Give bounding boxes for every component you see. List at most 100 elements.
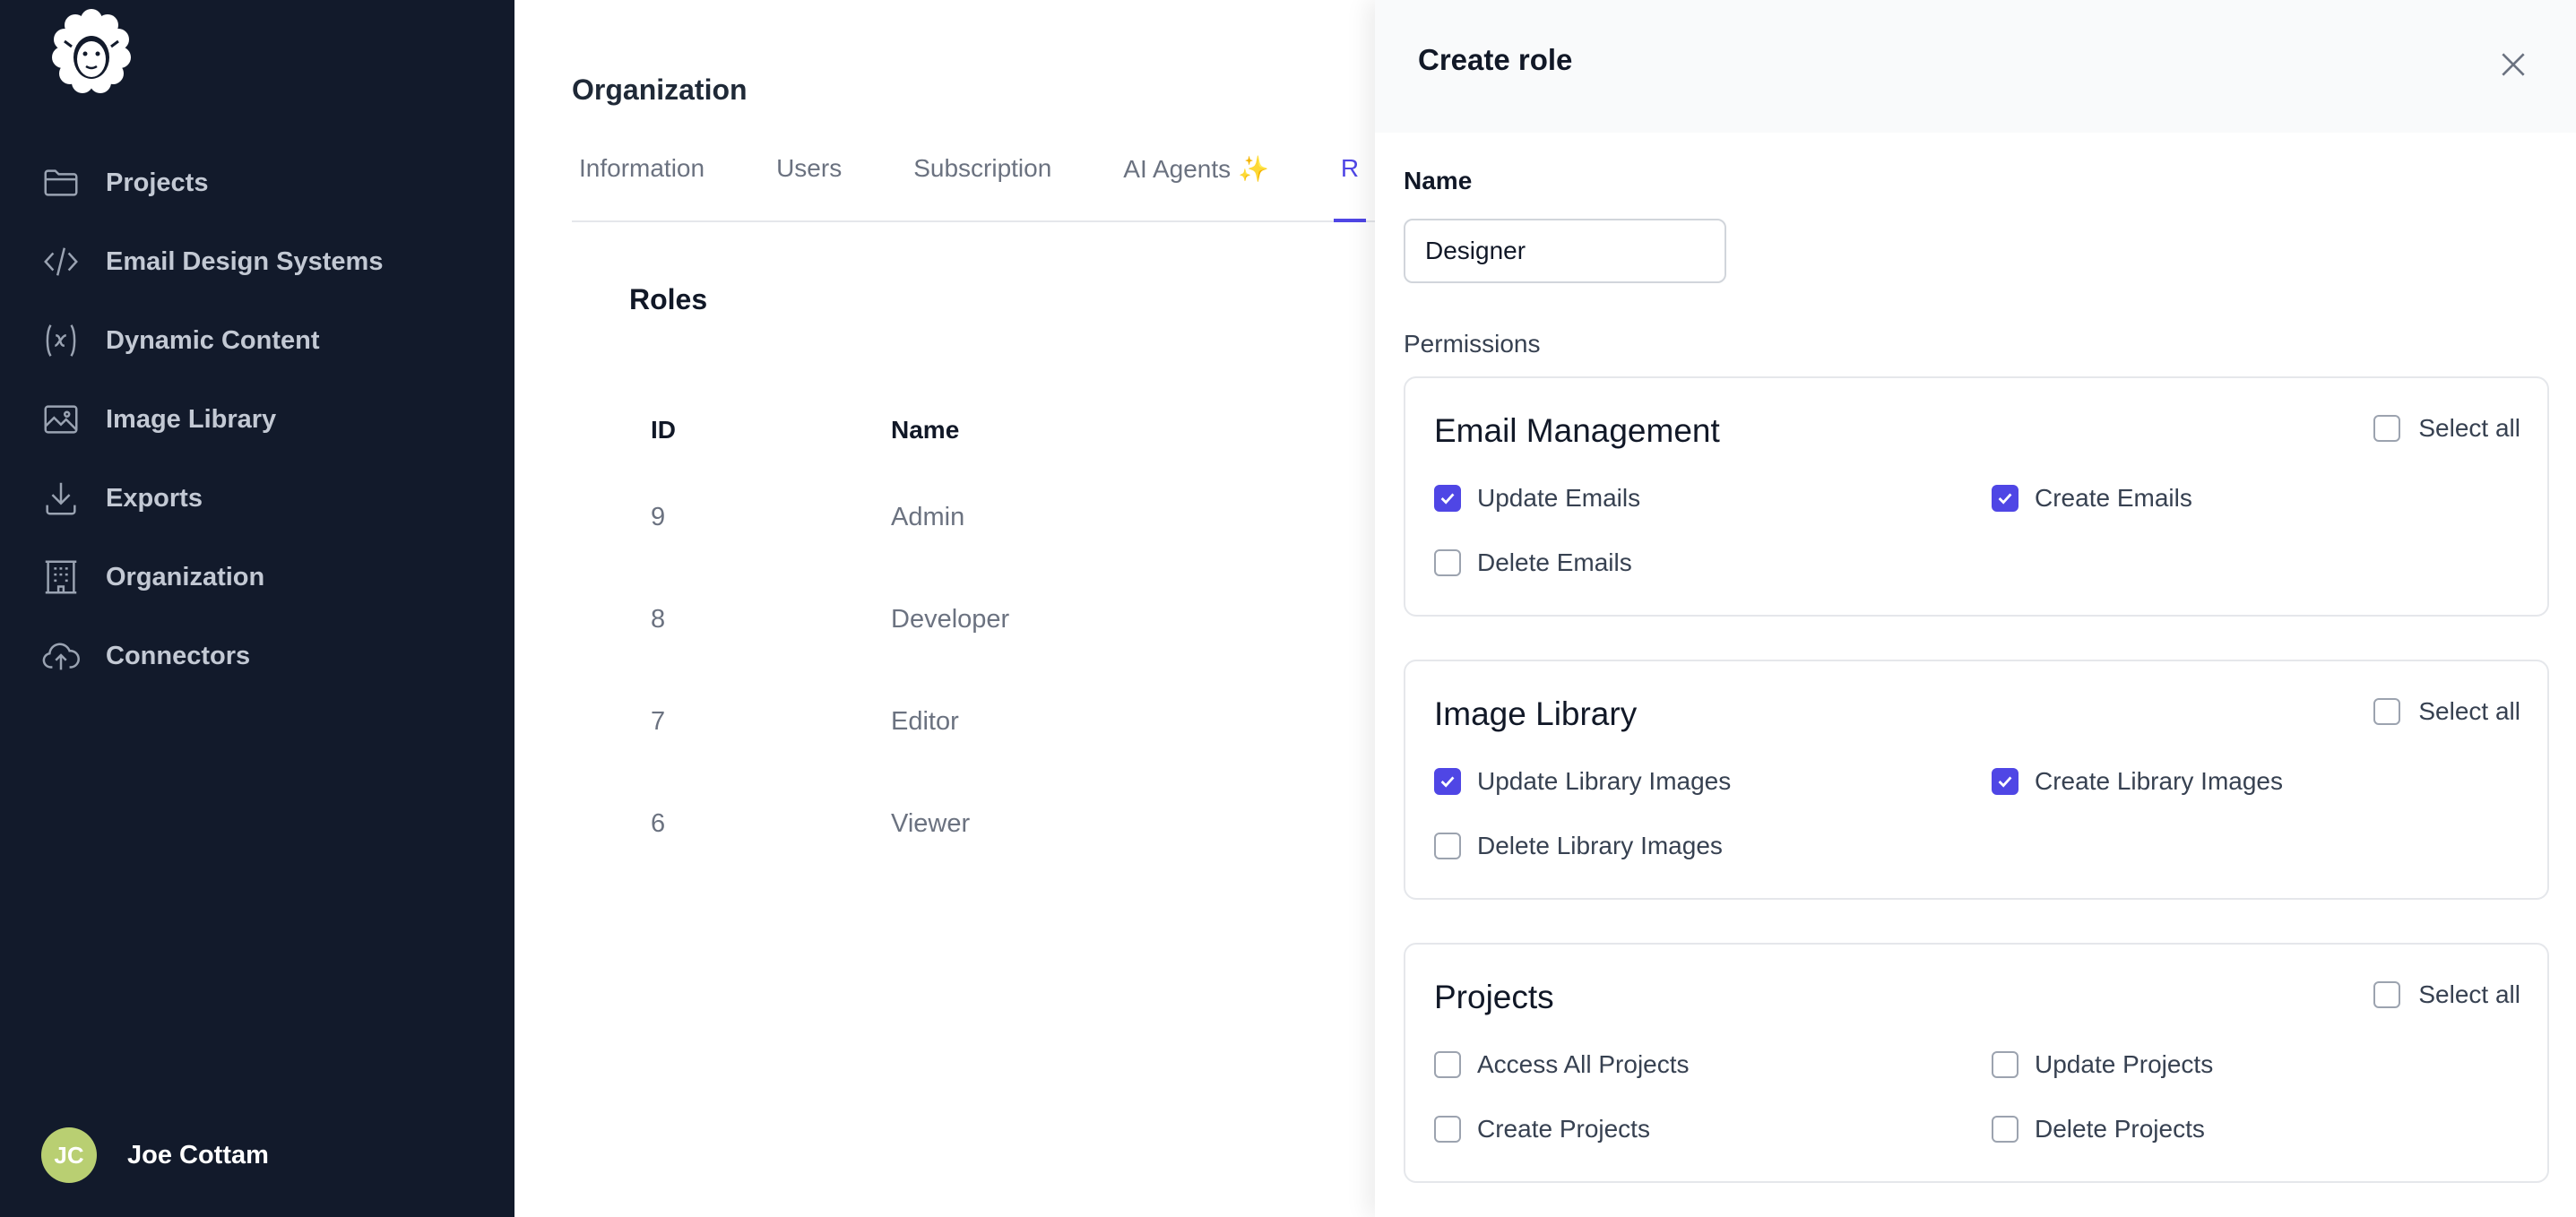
group-title: Image Library bbox=[1434, 695, 1638, 732]
role-name-input[interactable] bbox=[1404, 219, 1726, 283]
permission-label: Access All Projects bbox=[1477, 1050, 1690, 1078]
close-icon bbox=[2502, 53, 2525, 76]
permission-create-library-images[interactable]: Create Library Images bbox=[1992, 767, 2283, 796]
checkbox[interactable] bbox=[1434, 1051, 1461, 1078]
permission-label: Create Library Images bbox=[2035, 767, 2284, 795]
checkbox[interactable] bbox=[1434, 1116, 1461, 1143]
permission-group-projects: Projects Select all Access All Projects … bbox=[1404, 943, 2549, 1183]
column-header-name: Name bbox=[891, 416, 960, 444]
checkbox[interactable] bbox=[1434, 549, 1461, 576]
table-row[interactable]: 9 Admin bbox=[629, 466, 1364, 568]
sidebar-item-label: Connectors bbox=[106, 641, 251, 670]
sidebar-item-label: Dynamic Content bbox=[106, 325, 320, 355]
create-role-panel: Create role Name Permissions Email Manag… bbox=[1375, 0, 2576, 1217]
permission-label: Create Projects bbox=[1477, 1115, 1650, 1143]
permission-create-emails[interactable]: Create Emails bbox=[1992, 484, 2192, 513]
user-menu[interactable]: JC Joe Cottam bbox=[41, 1127, 269, 1183]
sidebar-item-image-library[interactable]: Image Library bbox=[39, 380, 488, 459]
tab-users[interactable]: Users bbox=[769, 154, 849, 222]
permission-access-all-projects[interactable]: Access All Projects bbox=[1434, 1050, 1690, 1079]
sidebar-item-label: Exports bbox=[106, 483, 203, 513]
sidebar: Projects Email Design Systems Dynamic Co… bbox=[0, 0, 514, 1217]
download-icon bbox=[39, 477, 82, 520]
checkbox[interactable] bbox=[2373, 698, 2401, 725]
sidebar-item-dynamic-content[interactable]: Dynamic Content bbox=[39, 301, 488, 380]
sidebar-item-exports[interactable]: Exports bbox=[39, 459, 488, 538]
panel-header: Create role bbox=[1375, 0, 2576, 133]
sidebar-item-email-design-systems[interactable]: Email Design Systems bbox=[39, 222, 488, 301]
role-name: Admin bbox=[891, 502, 965, 531]
checkbox[interactable] bbox=[2373, 415, 2401, 442]
sidebar-item-organization[interactable]: Organization bbox=[39, 538, 488, 617]
checkbox[interactable] bbox=[1992, 768, 2018, 795]
table-row[interactable]: 7 Editor bbox=[629, 670, 1364, 772]
sidebar-item-label: Projects bbox=[106, 168, 209, 197]
select-all-checkbox[interactable]: Select all bbox=[2373, 697, 2520, 726]
cloud-upload-icon bbox=[39, 634, 82, 678]
table-row[interactable]: 6 Viewer bbox=[629, 772, 1364, 875]
permission-update-projects[interactable]: Update Projects bbox=[1992, 1050, 2213, 1079]
permission-delete-emails[interactable]: Delete Emails bbox=[1434, 548, 1632, 577]
checkbox[interactable] bbox=[1434, 768, 1461, 795]
role-id: 9 bbox=[651, 502, 666, 531]
avatar: JC bbox=[41, 1127, 97, 1183]
image-icon bbox=[39, 398, 82, 441]
permission-label: Create Emails bbox=[2035, 484, 2192, 512]
checkbox[interactable] bbox=[1992, 1116, 2018, 1143]
role-id: 7 bbox=[651, 706, 666, 736]
sidebar-item-label: Organization bbox=[106, 562, 265, 591]
permission-delete-library-images[interactable]: Delete Library Images bbox=[1434, 832, 1723, 860]
page-title: Organization bbox=[572, 73, 748, 106]
permissions-label: Permissions bbox=[1404, 330, 1541, 358]
folder-icon bbox=[39, 161, 82, 204]
checkbox[interactable] bbox=[1434, 485, 1461, 512]
roles-table: ID Name 9 Admin 8 Developer 7 Editor 6 V… bbox=[629, 394, 1364, 875]
sidebar-nav: Projects Email Design Systems Dynamic Co… bbox=[39, 143, 488, 695]
sheep-logo-icon[interactable] bbox=[45, 5, 138, 102]
select-all-checkbox[interactable]: Select all bbox=[2373, 980, 2520, 1009]
role-name: Editor bbox=[891, 706, 959, 736]
permission-label: Update Emails bbox=[1477, 484, 1641, 512]
sidebar-item-label: Email Design Systems bbox=[106, 246, 384, 276]
table-row[interactable]: 8 Developer bbox=[629, 568, 1364, 670]
role-id: 8 bbox=[651, 604, 666, 634]
table-header: ID Name bbox=[629, 394, 1364, 466]
roles-title: Roles bbox=[629, 283, 708, 315]
panel-title: Create role bbox=[1418, 43, 1573, 76]
checkbox[interactable] bbox=[1434, 833, 1461, 859]
close-button[interactable] bbox=[2495, 47, 2531, 82]
select-all-label: Select all bbox=[2418, 697, 2520, 725]
sidebar-item-projects[interactable]: Projects bbox=[39, 143, 488, 222]
main-content: Organization Information Users Subscript… bbox=[514, 0, 1375, 1217]
tab-information[interactable]: Information bbox=[572, 154, 712, 222]
tab-subscription[interactable]: Subscription bbox=[906, 154, 1059, 222]
permission-create-projects[interactable]: Create Projects bbox=[1434, 1115, 1650, 1144]
tab-roles[interactable]: R bbox=[1333, 154, 1367, 222]
permission-label: Delete Projects bbox=[2035, 1115, 2205, 1143]
permission-label: Update Projects bbox=[2035, 1050, 2214, 1078]
permission-update-library-images[interactable]: Update Library Images bbox=[1434, 767, 1731, 796]
permission-group-email-management: Email Management Select all Update Email… bbox=[1404, 376, 2549, 617]
role-name: Developer bbox=[891, 604, 1010, 634]
checkbox[interactable] bbox=[1992, 485, 2018, 512]
role-name: Viewer bbox=[891, 808, 971, 838]
variable-icon bbox=[39, 319, 82, 362]
tab-bar: Information Users Subscription AI Agents… bbox=[572, 154, 1375, 222]
checkbox[interactable] bbox=[1992, 1051, 2018, 1078]
checkbox[interactable] bbox=[2373, 981, 2401, 1008]
permission-update-emails[interactable]: Update Emails bbox=[1434, 484, 1640, 513]
column-header-id: ID bbox=[651, 416, 676, 444]
code-icon bbox=[39, 240, 82, 283]
permission-label: Delete Emails bbox=[1477, 548, 1632, 576]
permission-label: Update Library Images bbox=[1477, 767, 1732, 795]
permission-label: Delete Library Images bbox=[1477, 832, 1723, 859]
select-all-label: Select all bbox=[2418, 980, 2520, 1008]
permission-delete-projects[interactable]: Delete Projects bbox=[1992, 1115, 2205, 1144]
name-label: Name bbox=[1404, 167, 1473, 194]
sidebar-item-connectors[interactable]: Connectors bbox=[39, 617, 488, 695]
tab-ai-agents[interactable]: AI Agents ✨ bbox=[1116, 154, 1276, 222]
user-name: Joe Cottam bbox=[127, 1140, 269, 1170]
select-all-checkbox[interactable]: Select all bbox=[2373, 414, 2520, 443]
building-icon bbox=[39, 556, 82, 599]
sidebar-item-label: Image Library bbox=[106, 404, 277, 434]
